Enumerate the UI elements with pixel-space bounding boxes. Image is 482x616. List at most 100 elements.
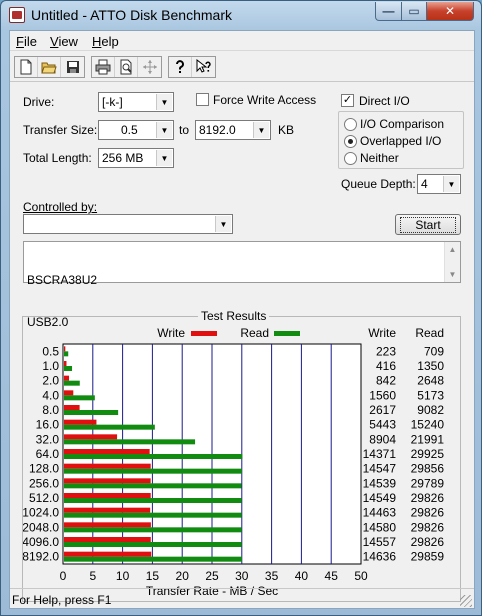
write-bar — [64, 522, 151, 528]
write-value: 14549 — [363, 491, 397, 505]
x-tick-label: 5 — [89, 569, 96, 583]
write-value: 14557 — [363, 535, 397, 549]
save-icon[interactable] — [61, 57, 84, 77]
read-value: 29826 — [411, 520, 445, 534]
toolbar-group-help — [168, 56, 216, 78]
status-bar: For Help, press F1 — [10, 588, 474, 609]
read-bar — [64, 424, 155, 430]
read-value: 1350 — [417, 359, 444, 373]
drive-select[interactable]: [-k-] ▼ — [98, 92, 174, 112]
move-icon[interactable] — [138, 57, 161, 77]
write-value: 14371 — [363, 447, 397, 461]
write-bar — [64, 463, 151, 469]
read-bar — [64, 527, 242, 533]
y-tick-label: 4096.0 — [23, 535, 59, 549]
write-value: 1560 — [369, 388, 396, 402]
description-scrollbar[interactable]: ▲ ▼ — [444, 242, 460, 282]
help-icon[interactable] — [169, 57, 192, 77]
write-value: 14580 — [363, 520, 397, 534]
read-bar — [64, 498, 242, 503]
start-button-label: Start — [400, 216, 456, 233]
neither-radio[interactable] — [344, 152, 357, 165]
direct-io-checkbox[interactable]: ✓ — [341, 94, 354, 107]
write-value: 416 — [376, 359, 396, 373]
chevron-down-icon[interactable]: ▼ — [253, 122, 269, 138]
scroll-down-icon[interactable]: ▼ — [445, 267, 460, 282]
open-folder-icon[interactable] — [38, 57, 61, 77]
controlled-by-label: Controlled by: — [23, 200, 98, 214]
menu-file[interactable]: File — [16, 34, 37, 49]
print-preview-icon[interactable] — [115, 57, 138, 77]
transfer-from-select[interactable]: 0.5 ▼ — [98, 120, 174, 140]
x-tick-label: 45 — [325, 569, 339, 583]
legend-write-swatch — [191, 331, 217, 336]
menu-view[interactable]: View — [50, 34, 78, 49]
chevron-down-icon[interactable]: ▼ — [156, 150, 172, 166]
start-button[interactable]: Start — [395, 214, 461, 235]
app-icon[interactable] — [9, 7, 25, 23]
x-tick-label: 40 — [295, 569, 309, 583]
y-tick-label: 1024.0 — [23, 506, 59, 520]
new-file-icon[interactable] — [15, 57, 38, 77]
write-value: 5443 — [369, 418, 396, 432]
overlapped-io-radio[interactable] — [344, 135, 357, 148]
direct-io-label: Direct I/O — [359, 94, 410, 108]
write-bar — [64, 434, 118, 440]
settings-panel: Drive: [-k-] ▼ Force Write Access ✓ Dire… — [10, 83, 474, 602]
description-textarea[interactable]: BSCRA38U2 USB2.0 ▲ ▼ — [23, 241, 461, 329]
menu-file-label: ile — [23, 34, 37, 49]
title-bar[interactable]: Untitled - ATTO Disk Benchmark — ▭ ✕ — [1, 1, 481, 30]
write-bar — [64, 361, 67, 366]
maximize-button[interactable]: ▭ — [401, 2, 427, 21]
read-value: 29925 — [411, 447, 445, 461]
results-chart: 0 5 10 15 20 25 30 35 40 45 50Transfer Rate - MB /… — [23, 326, 445, 598]
chevron-down-icon[interactable]: ▼ — [215, 216, 231, 232]
write-bar — [64, 493, 151, 498]
total-length-select[interactable]: 256 MB ▼ — [98, 148, 174, 168]
menu-help-accel: H — [92, 34, 102, 49]
y-tick-label: 8.0 — [42, 403, 59, 417]
client-area: File View Help Drive: [-k-] ▼ Force Writ… — [9, 30, 475, 609]
drive-value: [-k-] — [102, 95, 123, 109]
read-column-header: Read — [415, 326, 444, 340]
total-length-label: Total Length: — [23, 151, 92, 165]
write-bar — [64, 419, 97, 425]
chevron-down-icon[interactable]: ▼ — [443, 176, 459, 192]
queue-depth-select[interactable]: 4 ▼ — [417, 174, 461, 194]
legend-write-label: Write — [157, 326, 185, 340]
chevron-down-icon[interactable]: ▼ — [156, 94, 172, 110]
minimize-button[interactable]: — — [375, 2, 402, 21]
x-tick-label: 50 — [354, 569, 368, 583]
write-value: 14463 — [363, 506, 397, 520]
status-text: For Help, press F1 — [12, 593, 112, 607]
queue-depth-value: 4 — [421, 177, 428, 191]
transfer-from-value: 0.5 — [121, 123, 138, 137]
write-value: 8904 — [369, 432, 396, 446]
read-bar — [64, 483, 242, 489]
context-help-icon[interactable] — [192, 57, 215, 77]
y-tick-label: 4.0 — [42, 388, 59, 402]
write-value: 14636 — [363, 550, 397, 564]
menu-file-accel: F — [16, 34, 24, 49]
chevron-down-icon[interactable]: ▼ — [156, 122, 172, 138]
controlled-by-select[interactable]: ▼ — [23, 214, 233, 234]
overlapped-io-label: Overlapped I/O — [360, 134, 442, 148]
x-tick-label: 0 — [60, 569, 67, 583]
print-icon[interactable] — [92, 57, 115, 77]
total-length-value: 256 MB — [102, 151, 144, 165]
io-comparison-label: I/O Comparison — [360, 117, 445, 131]
transfer-to-select[interactable]: 8192.0 ▼ — [195, 120, 271, 140]
test-results-group: Test Results 0 5 10 15 20 25 30 35 40 45 50 Transfe… — [22, 309, 461, 602]
resize-grip[interactable] — [460, 595, 472, 607]
read-bar — [64, 410, 119, 415]
y-tick-label: 2.0 — [42, 374, 59, 388]
close-button[interactable]: ✕ — [426, 2, 474, 21]
menu-bar: File View Help — [10, 31, 474, 51]
write-bar — [64, 551, 152, 557]
scroll-up-icon[interactable]: ▲ — [445, 242, 460, 257]
force-write-checkbox[interactable] — [196, 93, 209, 106]
io-comparison-radio[interactable] — [344, 118, 357, 131]
read-bar — [64, 395, 95, 401]
menu-help[interactable]: Help — [92, 34, 119, 49]
transfer-to-value: 8192.0 — [199, 123, 236, 137]
